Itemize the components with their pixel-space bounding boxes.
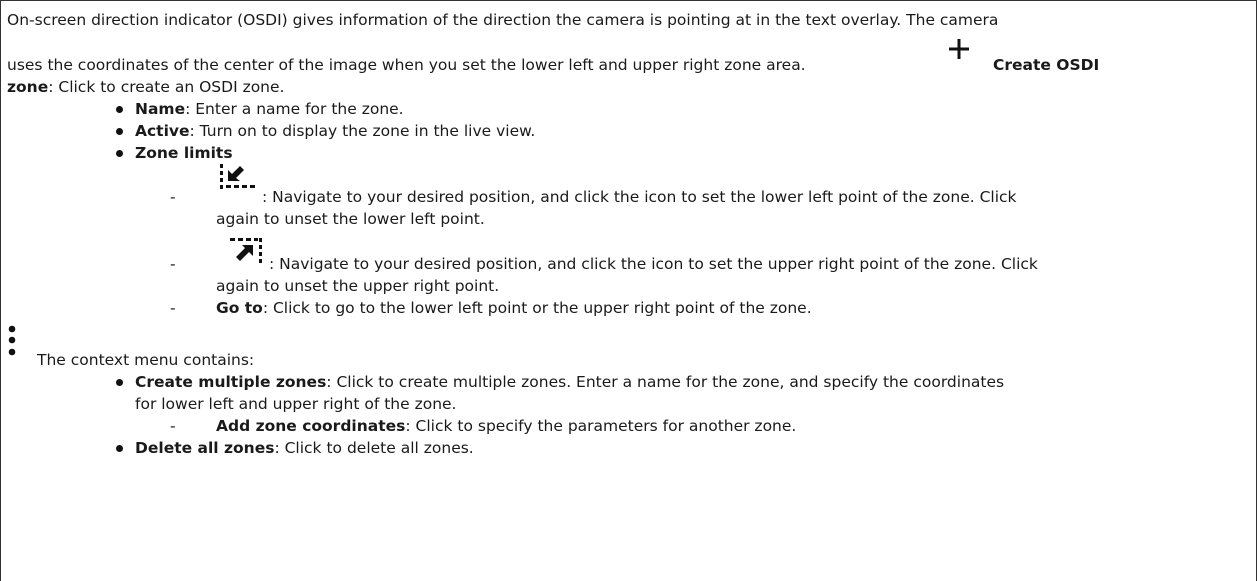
- item-label: Zone limits: [135, 144, 233, 162]
- item-desc: : Click to specify the parameters for an…: [405, 417, 797, 435]
- goto-label: Go to: [216, 299, 263, 317]
- item-label: Name: [135, 100, 186, 118]
- create-osdi-desc: : Click to create an OSDI zone.: [48, 78, 285, 96]
- create-osdi-line: zone: Click to create an OSDI zone.: [7, 77, 284, 97]
- list-item-name: Name: Enter a name for the zone.: [135, 99, 404, 119]
- item-label: Active: [135, 122, 190, 140]
- dash-marker: -: [170, 417, 176, 435]
- bullet-dot: [116, 150, 123, 157]
- item-desc: : Click to delete all zones.: [274, 439, 474, 457]
- more-vertical-icon[interactable]: [6, 325, 18, 357]
- item-label: Delete all zones: [135, 439, 275, 457]
- create-osdi-label: Create OSDI: [993, 56, 1100, 74]
- dash-marker: -: [170, 255, 176, 273]
- intro-line-2: uses the coordinates of the center of th…: [7, 56, 806, 74]
- intro-line-1: On-screen direction indicator (OSDI) giv…: [7, 11, 999, 29]
- list-item-zone-limits: Zone limits: [135, 143, 233, 163]
- list-item-active: Active: Turn on to display the zone in t…: [135, 121, 535, 141]
- dash-marker: -: [170, 299, 176, 317]
- item-label: Add zone coordinates: [216, 417, 406, 435]
- item-label: Create multiple zones: [135, 373, 327, 391]
- bullet-dot: [116, 128, 123, 135]
- lower-left-desc-1: : Navigate to your desired position, and…: [262, 188, 1017, 206]
- context-item-create-multiple-cont: for lower left and upper right of the zo…: [135, 395, 457, 413]
- upper-right-corner-icon[interactable]: [228, 236, 264, 266]
- lower-left-desc-2: again to unset the lower left point.: [216, 210, 485, 228]
- context-intro: The context menu contains:: [37, 351, 255, 369]
- dash-marker: -: [170, 188, 176, 206]
- item-desc: : Enter a name for the zone.: [185, 100, 404, 118]
- lower-left-corner-icon[interactable]: [218, 162, 258, 192]
- goto-item: Go to: Click to go to the lower left poi…: [216, 298, 812, 318]
- bullet-dot: [116, 379, 123, 386]
- context-item-create-multiple: Create multiple zones: Click to create m…: [135, 372, 1004, 392]
- item-desc: : Click to create multiple zones. Enter …: [326, 373, 1005, 391]
- plus-icon[interactable]: [948, 38, 970, 60]
- goto-desc: : Click to go to the lower left point or…: [262, 299, 812, 317]
- context-subitem-add-coordinates: Add zone coordinates: Click to specify t…: [216, 416, 796, 436]
- context-item-delete-all: Delete all zones: Click to delete all zo…: [135, 438, 474, 458]
- upper-right-desc-2: again to unset the upper right point.: [216, 277, 500, 295]
- bullet-dot: [116, 106, 123, 113]
- bullet-dot: [116, 445, 123, 452]
- item-desc: : Turn on to display the zone in the liv…: [189, 122, 536, 140]
- create-osdi-label-cont: zone: [7, 78, 49, 96]
- upper-right-desc-1: : Navigate to your desired position, and…: [269, 255, 1038, 273]
